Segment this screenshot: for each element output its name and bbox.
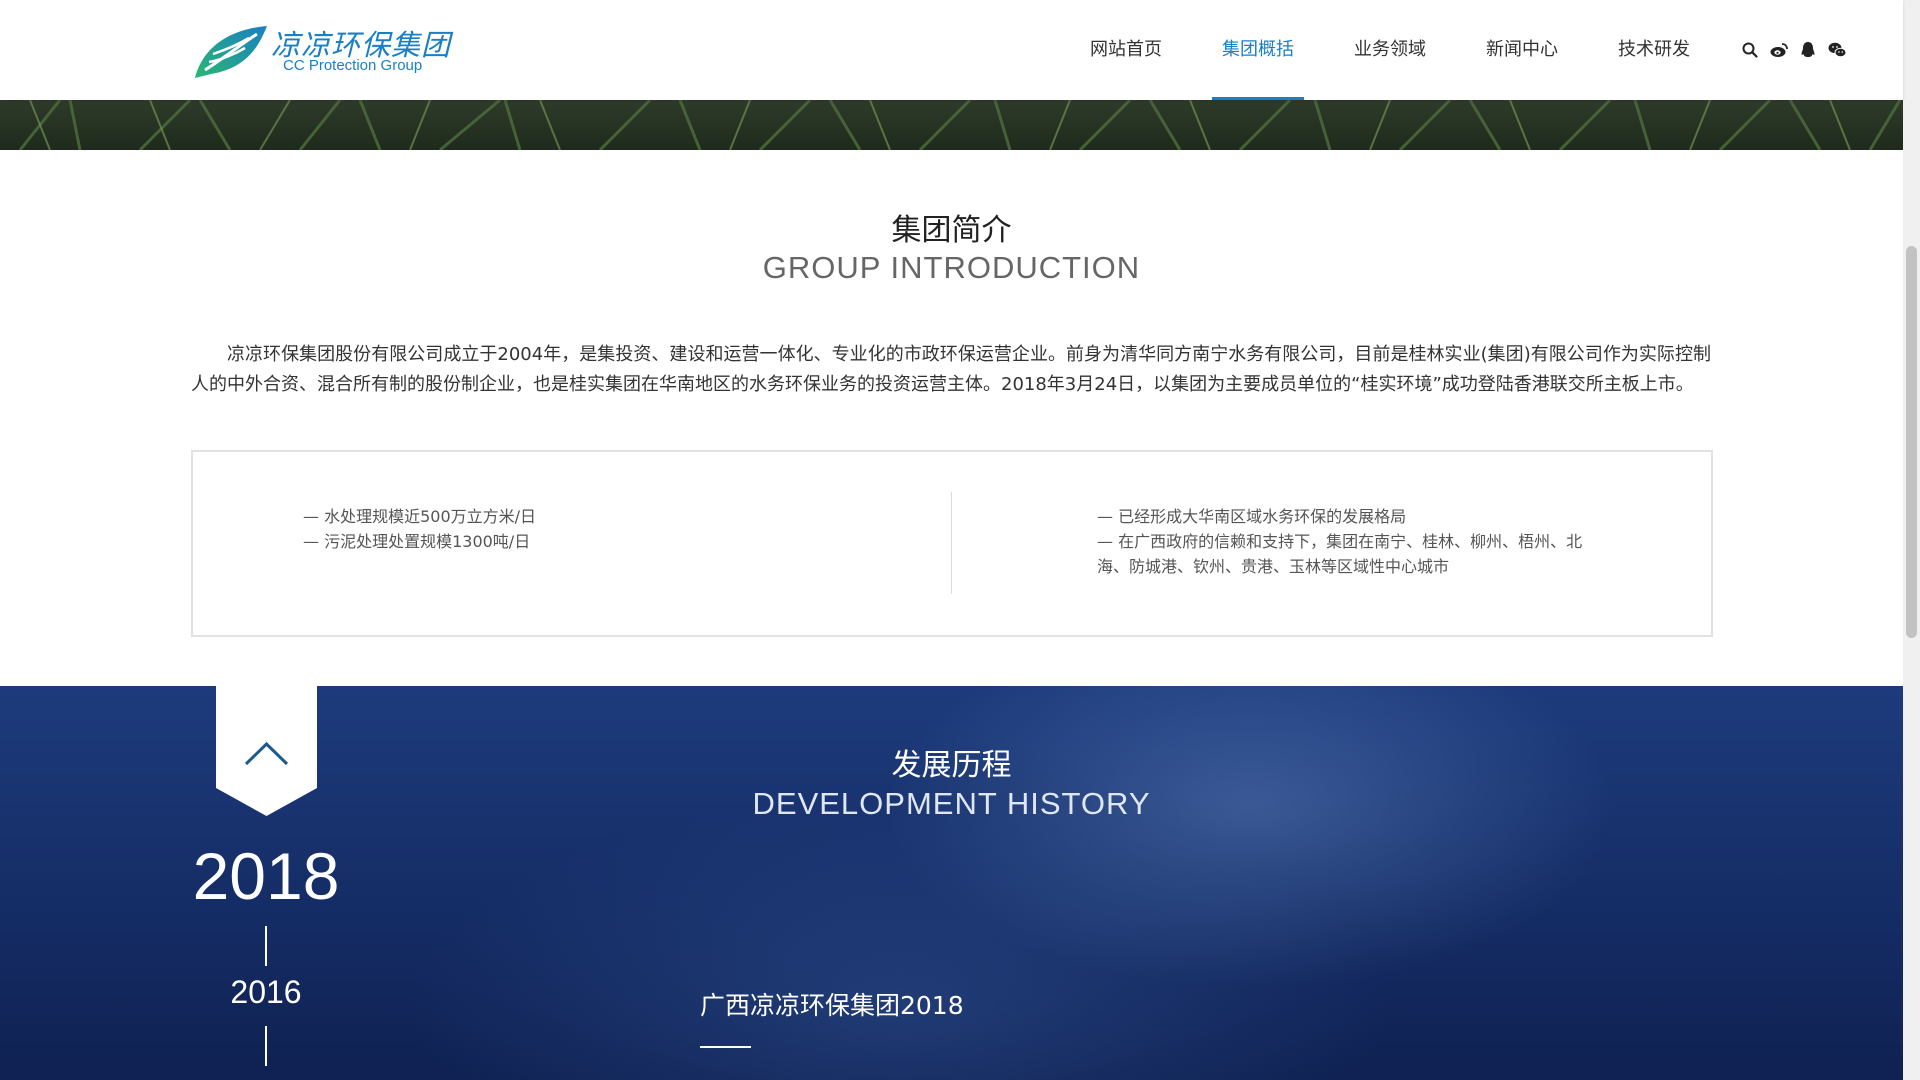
stat-water-capacity: — 水处理规模近500万立方米/日 xyxy=(303,507,537,526)
intro-title: 集团简介 xyxy=(891,213,1012,248)
history-entry-heading: 广西凉凉环保集团2018 xyxy=(700,991,964,1020)
intro-body: 凉凉环保集团股份有限公司成立于2004年，是集投资、建设和运营一体化、专业化的市… xyxy=(191,344,1711,395)
main-nav: 网站首页 集团概括 业务领域 新闻中心 技术研发 xyxy=(1060,0,1720,100)
stat-cities: — 在广西政府的信赖和支持下，集团在南宁、桂林、柳州、梧州、北海、防城港、钦州、… xyxy=(1097,532,1583,576)
nav-news[interactable]: 新闻中心 xyxy=(1456,0,1588,100)
wechat-icon[interactable] xyxy=(1827,40,1847,60)
nav-business[interactable]: 业务领域 xyxy=(1324,0,1456,100)
timeline-year-current[interactable]: 2018 xyxy=(180,838,352,914)
nav-home[interactable]: 网站首页 xyxy=(1060,0,1192,100)
stats-divider xyxy=(951,492,952,594)
site-header: 凉凉环保集团 CC Protection Group 网站首页 集团概括 业务领… xyxy=(0,0,1903,100)
nav-rnd[interactable]: 技术研发 xyxy=(1588,0,1720,100)
timeline-connector xyxy=(265,926,267,966)
search-icon[interactable] xyxy=(1740,40,1760,60)
heading-underline xyxy=(700,1046,751,1048)
header-icons xyxy=(1740,40,1847,60)
stats-box: — 水处理规模近500万立方米/日 — 污泥处理处置规模1300吨/日 — 已经… xyxy=(191,450,1713,637)
logo-name-en: CC Protection Group xyxy=(283,57,423,74)
site-logo[interactable]: 凉凉环保集团 CC Protection Group xyxy=(191,22,451,82)
scrollbar-thumb[interactable] xyxy=(1906,246,1917,638)
history-subtitle: DEVELOPMENT HISTORY xyxy=(752,786,1151,821)
leaf-logo-icon xyxy=(195,26,267,78)
weibo-icon[interactable] xyxy=(1769,40,1789,60)
stat-sludge-capacity: — 污泥处理处置规模1300吨/日 xyxy=(303,532,531,551)
grass-banner-graphic xyxy=(18,100,1902,150)
stat-regional-layout: — 已经形成大华南区域水务环保的发展格局 xyxy=(1097,507,1407,526)
history-title: 发展历程 xyxy=(891,748,1012,783)
timeline-connector xyxy=(265,1026,267,1066)
banner-image xyxy=(0,100,1903,150)
nav-group-overview[interactable]: 集团概括 xyxy=(1192,0,1324,100)
development-history-section: 发展历程 DEVELOPMENT HISTORY 2018 2016 广西凉凉环… xyxy=(0,686,1903,1080)
qq-icon[interactable] xyxy=(1798,40,1818,60)
page-scrollbar[interactable] xyxy=(1903,0,1920,1080)
intro-subtitle: GROUP INTRODUCTION xyxy=(762,250,1141,285)
stats-right: — 已经形成大华南区域水务环保的发展格局 — 在广西政府的信赖和支持下，集团在南… xyxy=(1097,504,1597,579)
timeline-year-2016[interactable]: 2016 xyxy=(180,974,352,1011)
stats-left: — 水处理规模近500万立方米/日 — 污泥处理处置规模1300吨/日 xyxy=(303,504,803,554)
